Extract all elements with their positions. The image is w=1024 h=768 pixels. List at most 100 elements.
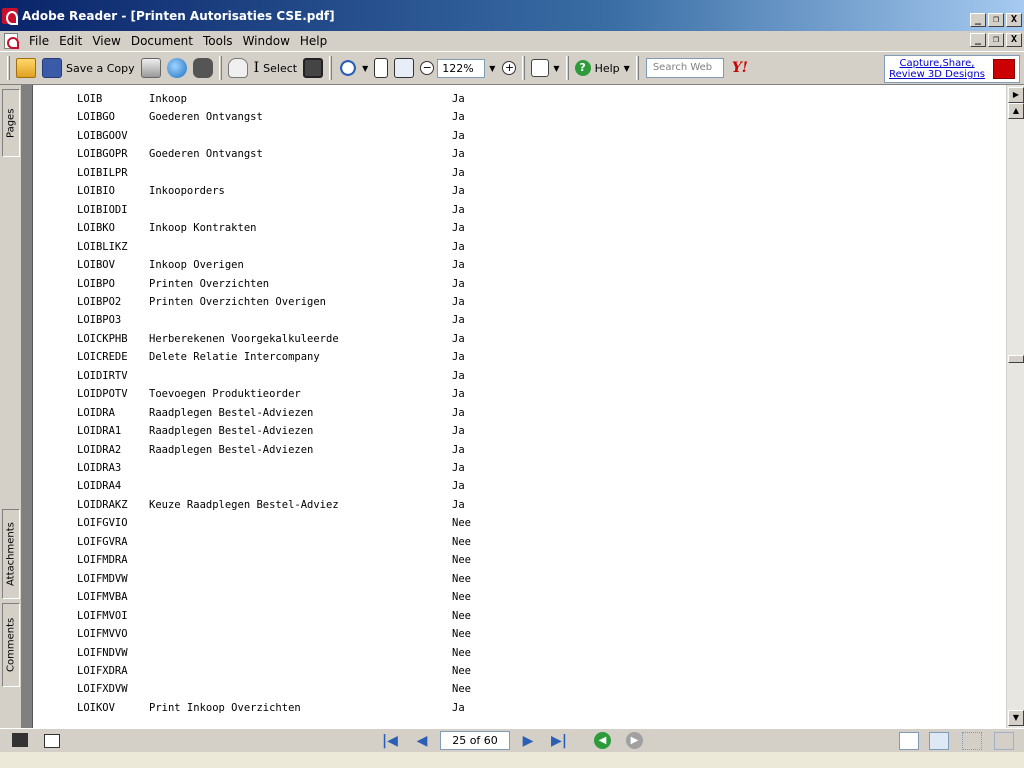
menu-window[interactable]: Window <box>238 34 295 48</box>
search-web-input[interactable]: Search Web <box>645 58 724 78</box>
single-page-view-icon[interactable] <box>899 732 919 750</box>
adobe-reader-icon[interactable] <box>2 7 18 25</box>
document-icon[interactable] <box>4 33 19 49</box>
zoom-dropdown-icon[interactable]: ▼ <box>489 64 495 73</box>
email-button[interactable] <box>164 55 190 81</box>
table-row: LOIDIRTV Ja <box>33 370 1006 386</box>
hand-icon <box>227 58 248 78</box>
scroll-up-arrow-icon[interactable]: ▲ <box>1008 103 1024 119</box>
tab-attachments[interactable]: Attachments <box>2 509 20 599</box>
back-arrow-icon[interactable]: ◀ <box>594 732 611 749</box>
continuous-facing-view-icon[interactable] <box>994 732 1014 750</box>
select-tool-button[interactable]: I Select <box>251 55 300 81</box>
menu-file[interactable]: File <box>24 34 54 48</box>
snapshot-button[interactable] <box>300 55 326 81</box>
table-row: LOIFNDVW Nee <box>33 647 1006 663</box>
row-value: Ja <box>452 259 465 272</box>
document-area: LOIB Inkoop Ja LOIBGO Goederen Ontvangst Ja LO… <box>22 85 1006 728</box>
zoom-out-button[interactable]: − <box>417 55 437 81</box>
table-row: LOIFXDRA Nee <box>33 665 1006 681</box>
title-bar: Adobe Reader - [Printen Autorisaties CSE… <box>0 0 1024 31</box>
monitor-icon[interactable] <box>12 733 28 747</box>
menu-help[interactable]: Help <box>295 34 332 48</box>
table-row: LOIBGOOV Ja <box>33 130 1006 146</box>
row-value: Ja <box>452 443 465 456</box>
table-row: LOIBKO Inkoop Kontrakten Ja <box>33 222 1006 238</box>
row-value: Nee <box>452 517 471 530</box>
row-value: Ja <box>452 406 465 419</box>
row-value: Nee <box>452 609 471 622</box>
save-copy-button[interactable]: Save a Copy <box>39 55 138 81</box>
forward-arrow-icon[interactable]: ▶ <box>626 732 643 749</box>
row-value: Ja <box>452 351 465 364</box>
restore-button[interactable]: ❐ <box>988 13 1004 27</box>
scroll-thumb[interactable] <box>1008 355 1024 363</box>
table-row: LOIBPO2 Printen Overzichten Overigen Ja <box>33 296 1006 312</box>
hand-tool-button[interactable] <box>225 55 251 81</box>
fit-page-button[interactable] <box>371 55 391 81</box>
doc-restore-button[interactable]: ❐ <box>988 33 1004 47</box>
scroll-right-arrow-icon[interactable]: ▶ <box>1008 87 1024 103</box>
page-thumbnail-icon[interactable] <box>44 734 60 748</box>
menu-edit[interactable]: Edit <box>54 34 87 48</box>
row-value: Ja <box>452 148 465 161</box>
previous-page-icon[interactable]: ◀ <box>413 733 431 749</box>
row-value: Ja <box>452 203 465 216</box>
close-button[interactable]: X <box>1006 13 1022 27</box>
row-code: LOIDPOTV <box>77 388 128 401</box>
menu-document[interactable]: Document <box>126 34 198 48</box>
row-code: LOICKPHB <box>77 332 128 345</box>
dropdown-arrow-icon[interactable]: ▼ <box>553 64 559 73</box>
row-value: Ja <box>452 185 465 198</box>
row-description: Inkooporders <box>149 185 225 198</box>
tab-comments[interactable]: Comments <box>2 603 20 687</box>
rotate-view-button[interactable]: ▼ <box>528 55 562 81</box>
minimize-button[interactable]: _ <box>970 13 986 27</box>
continuous-view-icon[interactable] <box>929 732 949 750</box>
next-page-icon[interactable]: ▶ <box>519 733 537 749</box>
row-value: Nee <box>452 646 471 659</box>
find-button[interactable] <box>190 55 216 81</box>
table-row: LOIBILPR Ja <box>33 167 1006 183</box>
table-row: LOIFMVBA Nee <box>33 591 1006 607</box>
row-value: Nee <box>452 572 471 585</box>
doc-minimize-button[interactable]: _ <box>970 33 986 47</box>
row-code: LOIDRA4 <box>77 480 122 493</box>
table-row: LOIDPOTV Toevoegen Produktieorder Ja <box>33 388 1006 404</box>
row-value: Ja <box>452 111 465 124</box>
dropdown-arrow-icon[interactable]: ▼ <box>362 64 368 73</box>
dropdown-arrow-icon: ▼ <box>623 63 630 73</box>
row-code: LOIDRA3 <box>77 462 122 474</box>
print-button[interactable] <box>138 55 164 81</box>
row-code: LOIFMDRA <box>77 554 128 567</box>
toolbar-grip[interactable] <box>7 56 10 80</box>
globe-icon <box>166 58 187 78</box>
help-button[interactable]: ? Help ▼ <box>572 55 633 81</box>
facing-view-icon[interactable] <box>962 732 982 750</box>
fit-width-button[interactable] <box>391 55 417 81</box>
zoom-in-button[interactable]: + <box>499 55 519 81</box>
menu-view[interactable]: View <box>87 34 125 48</box>
toolbar-separator <box>218 56 222 80</box>
row-value: Ja <box>452 166 465 179</box>
doc-close-button[interactable]: X <box>1006 33 1022 47</box>
promo-link[interactable]: Capture,Share, Review 3D Designs <box>884 55 1020 83</box>
scroll-down-arrow-icon[interactable]: ▼ <box>1008 710 1024 726</box>
document-page[interactable]: LOIB Inkoop Ja LOIBGO Goederen Ontvangst Ja LO… <box>32 85 1006 728</box>
vertical-scrollbar[interactable]: ▶ ▲ ▼ <box>1006 85 1024 728</box>
row-code: LOIB <box>77 93 103 105</box>
last-page-icon[interactable]: ▶| <box>550 733 568 749</box>
yahoo-icon[interactable]: Y! <box>732 60 748 76</box>
row-value: Nee <box>452 664 471 677</box>
page-number-field[interactable]: 25 of 60 <box>440 731 510 750</box>
zoom-input[interactable]: 122% <box>437 58 486 78</box>
pdf-icon <box>993 59 1015 79</box>
row-value: Ja <box>452 480 465 493</box>
bottom-strip <box>0 752 1024 768</box>
tab-pages[interactable]: Pages <box>2 89 20 157</box>
menu-tools[interactable]: Tools <box>198 34 238 48</box>
zoom-tool-button[interactable]: ▼ <box>335 55 371 81</box>
row-code: LOIFMVBA <box>77 591 128 604</box>
open-button[interactable] <box>13 55 39 81</box>
first-page-icon[interactable]: |◀ <box>381 733 399 749</box>
